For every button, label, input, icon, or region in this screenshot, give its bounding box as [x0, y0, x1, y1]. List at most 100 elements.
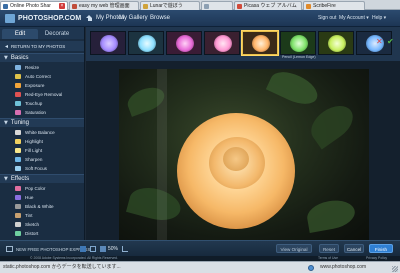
rotate-icon[interactable]	[122, 246, 128, 252]
tool-sketch[interactable]: Sketch	[0, 220, 84, 228]
tool-distort[interactable]: Distort	[0, 229, 84, 237]
apply-effect-icon[interactable]: ✔	[387, 38, 394, 46]
tool-label: Sketch	[25, 221, 40, 227]
browser-tab-picasa[interactable]: Picasa ウェブ アルバム	[234, 1, 302, 10]
light-streak	[157, 69, 167, 240]
browser-tab-blank[interactable]	[201, 1, 233, 10]
saturation-icon	[15, 109, 21, 115]
panel-tabs: Edit Decorate	[0, 27, 84, 39]
section-tuning[interactable]: ▼ Tuning	[0, 118, 84, 127]
tab-favicon-icon	[237, 4, 242, 9]
browser-tab-lunar[interactable]: Lunarで遊ぼう	[140, 1, 200, 10]
thumbnail-lime[interactable]	[318, 31, 354, 55]
tool-exposure[interactable]: Exposure	[0, 81, 84, 89]
photoshop-express-promo[interactable]: NEW FREE PHOTOSHOP EXPRESS	[6, 245, 90, 253]
tool-fill-light[interactable]: Fill Light	[0, 146, 84, 154]
tool-label: Tint	[25, 212, 33, 218]
return-to-my-photos-button[interactable]: ◂ RETURN TO MY PHOTOS	[0, 41, 84, 51]
leaf-shape	[304, 98, 360, 150]
tool-soft-focus[interactable]: Soft Focus	[0, 164, 84, 172]
tool-label: Red-Eye Removal	[25, 91, 63, 97]
close-tab-icon[interactable]: ×	[59, 3, 65, 9]
sign-out-link[interactable]: Sign out	[318, 15, 336, 21]
auto-correct-icon	[15, 73, 21, 79]
exposure-icon	[15, 82, 21, 88]
thumbnail-cyan[interactable]	[128, 31, 164, 55]
thumbnail-magenta[interactable]	[166, 31, 202, 55]
resize-grip-icon[interactable]	[392, 266, 398, 272]
tab-decorate[interactable]: Decorate	[39, 29, 75, 39]
resize-icon	[15, 64, 21, 70]
tab-title: easy my web 管理画面	[79, 3, 130, 9]
tint-icon	[15, 212, 21, 218]
tool-auto-correct[interactable]: Auto Correct	[0, 72, 84, 80]
tool-label: Pop Color	[25, 185, 46, 191]
soft-focus-icon	[15, 165, 21, 171]
section-basics[interactable]: ▼ Basics	[0, 53, 84, 62]
thumbnail-violet[interactable]	[90, 31, 126, 55]
nav-browse[interactable]: Browse	[150, 14, 170, 22]
distort-icon	[15, 230, 21, 236]
my-account-menu[interactable]: My Account ▾	[339, 15, 369, 21]
tab-favicon-icon	[72, 4, 77, 9]
tool-highlight[interactable]: Highlight	[0, 137, 84, 145]
tool-touchup[interactable]: Touchup	[0, 99, 84, 107]
fill-light-icon	[15, 147, 21, 153]
tab-edit[interactable]: Edit	[2, 29, 38, 39]
thumbnail-rose-image	[176, 35, 194, 52]
tool-saturation[interactable]: Saturation	[0, 108, 84, 116]
zoom-level: 50%	[108, 246, 119, 252]
tool-sharpen[interactable]: Sharpen	[0, 155, 84, 163]
tool-resize[interactable]: Resize	[0, 63, 84, 71]
photoshop-logo[interactable]: PHOTOSHOP.COM	[5, 14, 81, 23]
tool-label: Saturation	[25, 109, 46, 115]
thumbnail-rose-image	[214, 35, 232, 52]
sketch-icon	[15, 221, 21, 227]
reset-button[interactable]: Reset	[319, 244, 339, 253]
tool-black-white[interactable]: Black & White	[0, 202, 84, 210]
back-arrow-icon: ◂	[5, 42, 9, 50]
collapse-triangle-icon: ▼	[4, 120, 8, 126]
cancel-button[interactable]: Cancel	[344, 244, 364, 253]
collapse-triangle-icon: ▼	[4, 176, 8, 182]
return-label: RETURN TO MY PHOTOS	[11, 43, 66, 49]
browser-status-bar: static.photoshop.com からデータを転送しています... ww…	[0, 261, 400, 273]
thumbnail-green[interactable]	[280, 31, 316, 55]
nav-my-gallery[interactable]: My Gallery	[119, 14, 148, 22]
fit-screen-icon[interactable]	[80, 246, 86, 252]
section-basics-title: Basics	[10, 55, 29, 61]
actual-size-icon[interactable]	[90, 246, 96, 252]
hue-icon	[15, 194, 21, 200]
tool-label: Resize	[25, 64, 40, 70]
status-url: www.photoshop.com	[320, 264, 367, 270]
section-effects-title: Effects	[10, 176, 30, 182]
tool-white-balance[interactable]: White Balance	[0, 128, 84, 136]
tool-hue[interactable]: Hue	[0, 193, 84, 201]
red-eye-icon	[15, 91, 21, 97]
home-icon	[86, 15, 93, 21]
tool-label: Highlight	[25, 138, 43, 144]
section-effects[interactable]: ▼ Effects	[0, 174, 84, 183]
rose-photo[interactable]	[119, 69, 369, 240]
leaf-shape	[265, 69, 323, 111]
browser-tab-photoshop[interactable]: Online Photo Shar ×	[0, 1, 68, 10]
browser-tab-scribefire[interactable]: ScribeFire	[303, 1, 365, 10]
finish-button[interactable]: Finish	[369, 244, 393, 253]
thumbnail-rose-image	[290, 35, 308, 52]
tool-pop-color[interactable]: Pop Color	[0, 184, 84, 192]
logo-text: PHOTOSHOP.COM	[18, 15, 82, 22]
browser-tab-easymyweb[interactable]: easy my web 管理画面	[69, 1, 139, 10]
tool-label: Black & White	[25, 203, 54, 209]
thumbnail-pink[interactable]	[204, 31, 240, 55]
tool-tint[interactable]: Tint	[0, 211, 84, 219]
tool-red-eye-removal[interactable]: Red-Eye Removal	[0, 90, 84, 98]
tool-label: Soft Focus	[25, 165, 47, 171]
help-menu[interactable]: Help ▾	[372, 15, 386, 21]
view-original-button[interactable]: View Original	[276, 244, 312, 253]
white-balance-icon	[15, 129, 21, 135]
thumbnail-peach-selected[interactable]	[241, 30, 279, 56]
zoom-icon[interactable]	[100, 246, 106, 252]
photoshop-logo-icon	[5, 14, 15, 23]
thumbnail-rose-image	[328, 35, 346, 52]
cancel-effect-icon[interactable]: ✕	[376, 38, 383, 46]
